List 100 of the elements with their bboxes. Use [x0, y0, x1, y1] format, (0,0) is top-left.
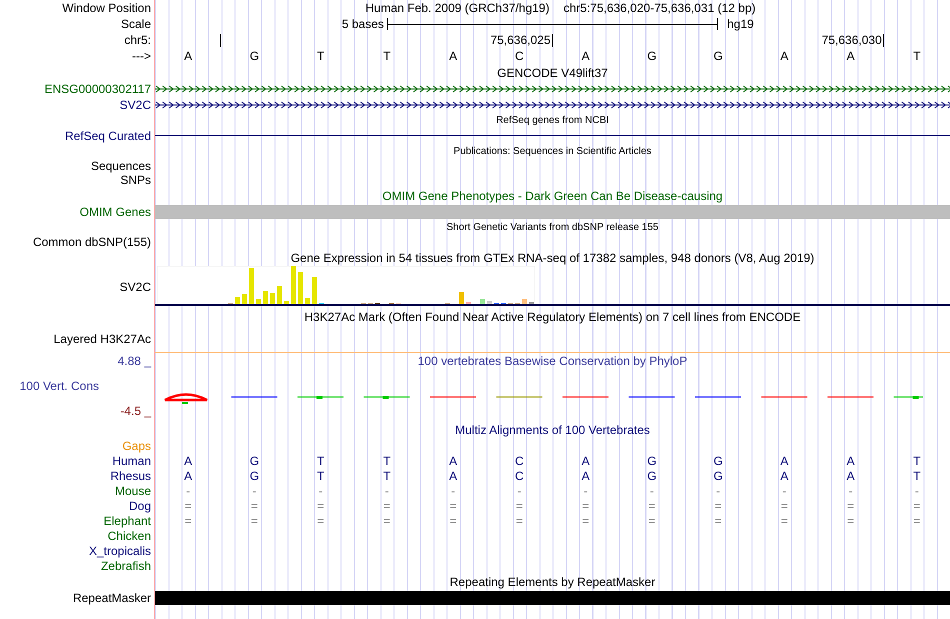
scale-text: 5 bases — [340, 18, 385, 30]
aligned-base: = — [714, 500, 723, 512]
aligned-base: T — [316, 470, 326, 482]
ruler-position: 75,636,030 — [822, 34, 883, 46]
aligned-base: = — [647, 514, 656, 526]
aligned-base: A — [183, 454, 194, 466]
base-letter: A — [846, 50, 856, 62]
track-label: ENSG00000302117 — [44, 83, 151, 95]
aligned-base: - — [648, 484, 655, 496]
aligned-base: C — [514, 470, 525, 482]
track-title: RefSeq genes from NCBI — [496, 116, 609, 126]
track-label: Rhesus — [110, 470, 151, 482]
track-label: SV2C — [120, 99, 151, 111]
track-title: GENCODE V49lift37 — [497, 66, 608, 78]
track-label: Human — [112, 454, 151, 466]
track-label: Layered H3K27Ac — [54, 332, 151, 344]
track-title: OMIM Gene Phenotypes - Dark Green Can Be Disease-causing — [382, 190, 723, 202]
track-title: Publications: Sequences in Scientific Articles — [454, 146, 652, 156]
aligned-base: A — [779, 470, 790, 482]
track-title: 100 vertebrates Basewise Conservation by PhyloP — [418, 355, 688, 367]
scale-assembly: hg19 — [726, 18, 755, 30]
aligned-base: A — [846, 454, 856, 466]
aligned-base: - — [582, 484, 589, 496]
track-label: 100 Vert. Cons — [20, 380, 100, 392]
base-letter: T — [382, 50, 392, 62]
aligned-base: A — [448, 470, 458, 482]
aligned-base: = — [184, 500, 193, 512]
track-label: Chicken — [108, 530, 151, 542]
track-label: Common dbSNP(155) — [32, 236, 151, 248]
aligned-base: = — [316, 514, 326, 526]
aligned-base: G — [712, 454, 724, 466]
aligned-base: G — [248, 470, 260, 482]
track-label: RefSeq Curated — [64, 130, 151, 142]
aligned-base: = — [912, 500, 922, 512]
aligned-base: G — [646, 470, 658, 482]
track-label: Mouse — [114, 484, 151, 496]
track-title: Short Genetic Variants from dbSNP release 155 — [446, 222, 658, 232]
axis-max-label: 4.88 _ — [118, 355, 151, 367]
aligned-base: = — [912, 514, 922, 526]
aligned-base: = — [382, 514, 392, 526]
aligned-base: A — [448, 454, 458, 466]
track-label: OMIM Genes — [80, 206, 151, 218]
aligned-base: = — [448, 514, 458, 526]
aligned-base: A — [183, 470, 194, 482]
aligned-base: - — [848, 484, 854, 496]
track-label: Sequences — [90, 160, 151, 172]
base-letter: G — [646, 50, 658, 62]
aligned-base: = — [514, 500, 524, 512]
aligned-base: G — [646, 454, 658, 466]
assembly-text: Human Feb. 2009 (GRCh37/hg19) — [365, 2, 550, 14]
aligned-base: = — [448, 500, 458, 512]
axis-min-label: -4.5 _ — [120, 405, 151, 417]
track-label: Zebrafish — [100, 560, 151, 572]
track-label: Dog — [128, 500, 151, 512]
base-letter: A — [448, 50, 458, 62]
aligned-base: - — [781, 484, 788, 496]
aligned-base: A — [580, 454, 591, 466]
base-letter: T — [912, 50, 922, 62]
ruler-position: 75,636,025 — [490, 34, 552, 46]
aligned-base: - — [914, 484, 920, 496]
base-letter: A — [779, 50, 790, 62]
row-label: Window Position — [62, 2, 151, 14]
track-title: Repeating Elements by RepeatMasker — [450, 576, 656, 588]
aligned-base: = — [514, 514, 524, 526]
aligned-base: T — [382, 470, 392, 482]
aligned-base: T — [382, 454, 392, 466]
aligned-base: = — [780, 500, 789, 512]
aligned-base: - — [516, 484, 522, 496]
base-letter: A — [580, 50, 591, 62]
aligned-base: = — [780, 514, 789, 526]
aligned-base: A — [779, 454, 790, 466]
aligned-base: A — [846, 470, 856, 482]
aligned-base: = — [846, 500, 856, 512]
aligned-base: = — [846, 514, 856, 526]
track-label: SV2C — [120, 281, 151, 293]
aligned-base: C — [514, 454, 525, 466]
aligned-base: = — [250, 500, 259, 512]
track-title: Multiz Alignments of 100 Vertebrates — [455, 424, 650, 436]
aligned-base: - — [450, 484, 456, 496]
aligned-base: G — [248, 454, 260, 466]
aligned-base: = — [581, 500, 590, 512]
aligned-base: = — [184, 514, 193, 526]
track-label: Gaps — [122, 440, 151, 452]
ruler-tick — [882, 34, 884, 46]
track-label: X_tropicalis — [88, 544, 151, 556]
track-label: SNPs — [120, 174, 151, 186]
track-title: H3K27Ac Mark (Often Found Near Active Regulatory Elements) on 7 cell lines from ENCODE — [304, 310, 801, 322]
row-label: chr5: — [124, 34, 151, 46]
aligned-base: - — [251, 484, 258, 496]
aligned-base: - — [715, 484, 722, 496]
position-text: chr5:75,636,020-75,636,031 (12 bp) — [563, 2, 756, 14]
aligned-base: = — [581, 514, 590, 526]
aligned-base: - — [318, 484, 324, 496]
track-label: Elephant — [104, 514, 151, 526]
aligned-base: G — [712, 470, 724, 482]
base-letter: A — [183, 50, 194, 62]
aligned-base: = — [382, 500, 392, 512]
aligned-base: A — [580, 470, 591, 482]
base-letter: G — [248, 50, 260, 62]
aligned-base: = — [250, 514, 259, 526]
